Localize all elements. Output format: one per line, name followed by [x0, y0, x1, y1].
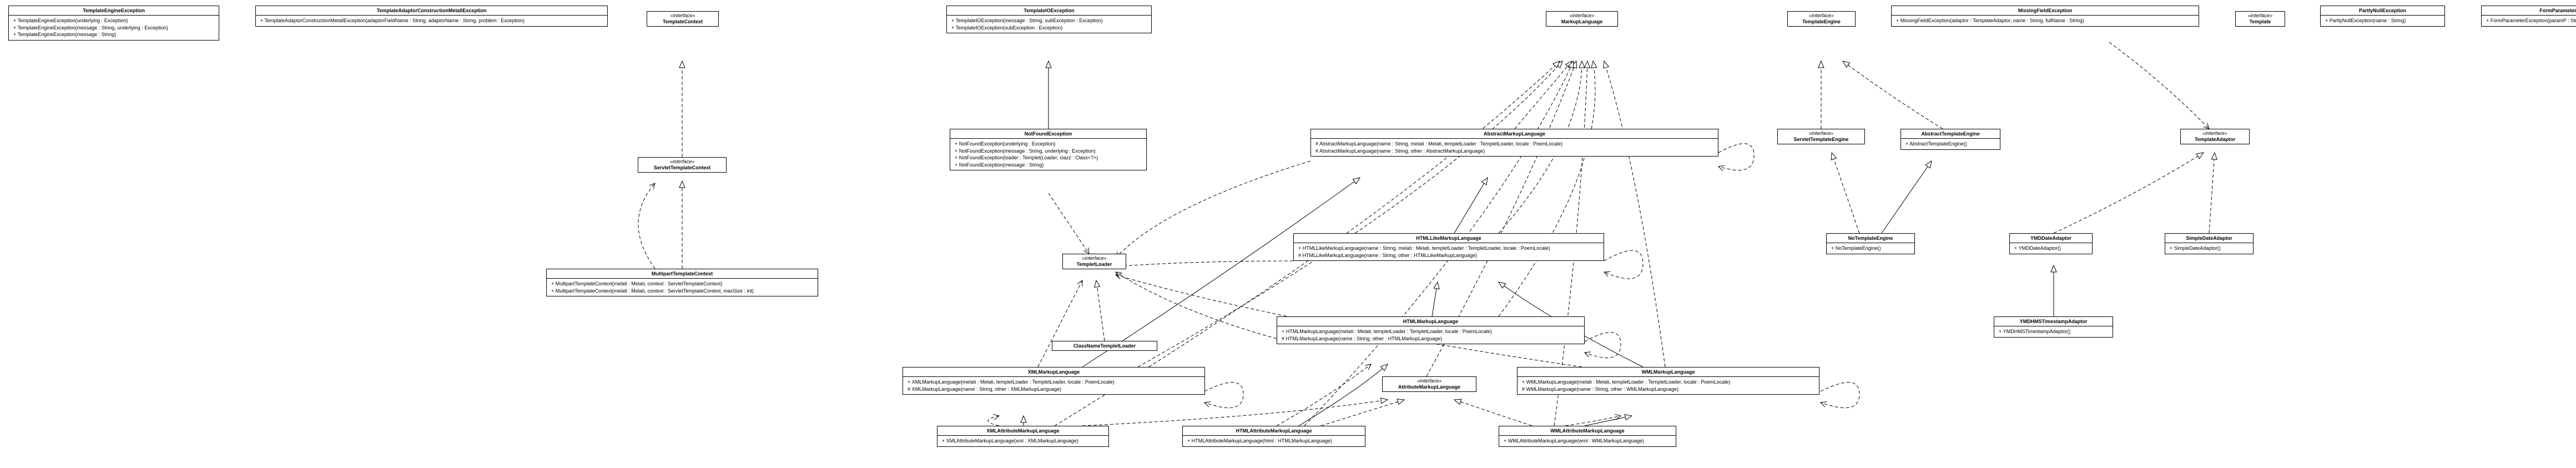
class-MarkupLanguage: «interface» MarkupLanguage — [1546, 11, 1618, 27]
class-members: + TemplateAdaptorConstructionMetallExcep… — [256, 16, 607, 26]
class-stereotype: «interface» — [1788, 12, 1855, 18]
class-members: + WMLAttributeMarkupLanguage(wml : WMLMa… — [1499, 436, 1676, 446]
class-title: TemplateEngine — [1788, 18, 1855, 26]
class-members: # AbstractMarkupLanguage(name : String, … — [1311, 139, 1718, 156]
class-MissingFieldException: MissingFieldException + MissingFieldExce… — [1891, 6, 2199, 27]
class-members: + YMDDateAdaptor() — [2010, 243, 2092, 254]
class-title: ClassNameTempletLoader — [1052, 341, 1157, 350]
class-title: TemplateContext — [647, 18, 718, 26]
class-NoTemplateEngine: NoTemplateEngine + NoTemplateEngine() — [1826, 233, 1915, 254]
class-stereotype: «interface» — [638, 158, 726, 164]
class-members: + YMDHMSTimestampAdaptor() — [1994, 326, 2113, 337]
class-stereotype: «interface» — [2181, 129, 2249, 136]
class-title: NoTemplateEngine — [1827, 234, 1914, 243]
class-stereotype: «interface» — [2236, 12, 2285, 18]
class-title: FormParameterException — [2482, 6, 2576, 16]
class-members: + MultipartTemplateContext(melati : Mela… — [547, 279, 818, 296]
class-title: SimpleDateAdaptor — [2165, 234, 2253, 243]
class-members: + NotFoundException(underlying : Excepti… — [950, 139, 1146, 170]
class-members: + AbstractTemplateEngine() — [1901, 139, 2000, 149]
class-stereotype: «interface» — [1778, 129, 1864, 136]
class-title: YMDHMSTimestampAdaptor — [1994, 317, 2113, 326]
class-WMLMarkupLanguage: WMLMarkupLanguage + WMLMarkupLanguage(me… — [1517, 367, 1819, 395]
class-title: HTMLMarkupLanguage — [1277, 317, 1584, 326]
class-TemplateAdaptorConstructionMetallException: TemplateAdaptorConstructionMetallExcepti… — [255, 6, 608, 27]
class-HTMLMarkupLanguage: HTMLMarkupLanguage + HTMLMarkupLanguage(… — [1277, 316, 1585, 344]
class-YMDHMSTimestampAdaptor: YMDHMSTimestampAdaptor + YMDHMSTimestamp… — [1994, 316, 2113, 338]
class-TemplateIOException: TemplateIOException + TemplateIOExceptio… — [946, 6, 1152, 33]
class-stereotype: «interface» — [1063, 254, 1126, 261]
class-TemplateAdaptor: «interface» TemplateAdaptor — [2180, 129, 2250, 144]
class-title: ServletTemplateContext — [638, 164, 726, 172]
class-SimpleDateAdaptor: SimpleDateAdaptor + SimpleDateAdaptor() — [2165, 233, 2254, 254]
class-title: AbstractMarkupLanguage — [1311, 129, 1718, 139]
class-title: WMLAttributeMarkupLanguage — [1499, 426, 1676, 436]
class-TemplateContext: «interface» TemplateContext — [647, 11, 719, 27]
class-members: + FormParameterException(paramP : String… — [2482, 16, 2576, 26]
class-title: TemplateAdaptor — [2181, 136, 2249, 144]
class-title: XMLMarkupLanguage — [903, 368, 1204, 377]
class-ServletTemplateEngine: «interface» ServletTemplateEngine — [1777, 129, 1865, 144]
class-XMLMarkupLanguage: XMLMarkupLanguage + XMLMarkupLanguage(me… — [903, 367, 1205, 395]
class-title: Template — [2236, 18, 2285, 26]
class-title: WMLMarkupLanguage — [1518, 368, 1819, 377]
class-title: AttributeMarkupLanguage — [1383, 384, 1476, 391]
class-members: + WMLMarkupLanguage(melati : Melati, tem… — [1518, 377, 1819, 394]
class-title: XMLAttributeMarkupLanguage — [937, 426, 1108, 436]
class-members: + XMLMarkupLanguage(melati : Melati, tem… — [903, 377, 1204, 394]
class-members: + MissingFieldException(adaptor : Templa… — [1892, 16, 2199, 26]
class-title: HTMLAttributeMarkupLanguage — [1183, 426, 1365, 436]
class-members: + PartlyNullException(name : String) — [2321, 16, 2444, 26]
class-stereotype: «interface» — [647, 12, 718, 18]
class-members: + XMLAttributeMarkupLanguage(xml : XMLMa… — [937, 436, 1108, 446]
class-stereotype: «interface» — [1383, 377, 1476, 384]
class-title: TemplateEngineException — [9, 6, 219, 16]
class-TempletLoader: «interface» TempletLoader — [1062, 254, 1126, 269]
class-title: MultipartTemplateContext — [547, 269, 818, 279]
class-TemplateEngineException: TemplateEngineException + TemplateEngine… — [8, 6, 219, 41]
class-ServletTemplateContext: «interface» ServletTemplateContext — [638, 157, 727, 173]
class-PartlyNullException: PartlyNullException + PartlyNullExceptio… — [2320, 6, 2445, 27]
class-title: NotFoundException — [950, 129, 1146, 139]
class-FormParameterException: FormParameterException + FormParameterEx… — [2481, 6, 2576, 27]
class-title: TemplateAdaptorConstructionMetallExcepti… — [256, 6, 607, 16]
class-members: + TemplateIOException(message : String, … — [947, 16, 1151, 33]
class-title: TempletLoader — [1063, 261, 1126, 269]
class-AttributeMarkupLanguage: «interface» AttributeMarkupLanguage — [1382, 376, 1476, 392]
class-members: + NoTemplateEngine() — [1827, 243, 1914, 254]
class-title: ServletTemplateEngine — [1778, 136, 1864, 144]
class-TemplateEngine: «interface» TemplateEngine — [1787, 11, 1856, 27]
class-HTMLLikeMarkupLanguage: HTMLLikeMarkupLanguage + HTMLLikeMarkupL… — [1293, 233, 1604, 261]
class-members: + TemplateEngineException(underlying : E… — [9, 16, 219, 40]
class-AbstractMarkupLanguage: AbstractMarkupLanguage # AbstractMarkupL… — [1310, 129, 1718, 157]
class-AbstractTemplateEngine: AbstractTemplateEngine + AbstractTemplat… — [1901, 129, 2000, 150]
class-title: HTMLLikeMarkupLanguage — [1294, 234, 1604, 243]
class-title: AbstractTemplateEngine — [1901, 129, 2000, 139]
class-title: TemplateIOException — [947, 6, 1151, 16]
class-members: + HTMLAttributeMarkupLanguage(html : HTM… — [1183, 436, 1365, 446]
class-members: + HTMLMarkupLanguage(melati : Melati, te… — [1277, 326, 1584, 344]
class-NotFoundException: NotFoundException + NotFoundException(un… — [950, 129, 1147, 170]
class-Template: «interface» Template — [2235, 11, 2285, 27]
class-members: + HTMLLikeMarkupLanguage(name : String, … — [1294, 243, 1604, 260]
class-title: MissingFieldException — [1892, 6, 2199, 16]
class-title: YMDDateAdaptor — [2010, 234, 2092, 243]
class-stereotype: «interface» — [1546, 12, 1617, 18]
class-members: + SimpleDateAdaptor() — [2165, 243, 2253, 254]
class-YMDDateAdaptor: YMDDateAdaptor + YMDDateAdaptor() — [2009, 233, 2093, 254]
class-ClassNameTempletLoader: ClassNameTempletLoader — [1052, 341, 1157, 351]
class-title: PartlyNullException — [2321, 6, 2444, 16]
class-HTMLAttributeMarkupLanguage: HTMLAttributeMarkupLanguage + HTMLAttrib… — [1182, 426, 1365, 447]
class-WMLAttributeMarkupLanguage: WMLAttributeMarkupLanguage + WMLAttribut… — [1499, 426, 1676, 447]
class-XMLAttributeMarkupLanguage: XMLAttributeMarkupLanguage + XMLAttribut… — [937, 426, 1109, 447]
class-MultipartTemplateContext: MultipartTemplateContext + MultipartTemp… — [546, 269, 818, 296]
class-title: MarkupLanguage — [1546, 18, 1617, 26]
